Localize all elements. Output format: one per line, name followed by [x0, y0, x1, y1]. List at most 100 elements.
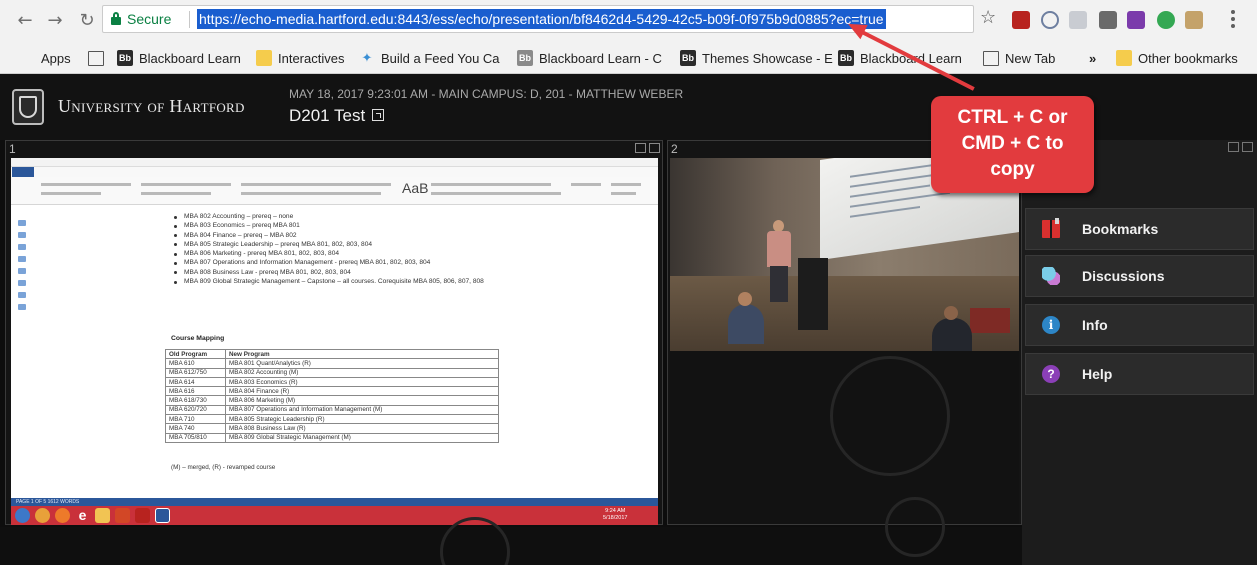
sidebar-item-label: Discussions	[1082, 268, 1165, 284]
bookmark-label: Themes Showcase - E	[702, 50, 833, 66]
table-cell: MBA 806 Marketing (M)	[225, 395, 499, 406]
table-cell: MBA 809 Global Strategic Management (M)	[225, 432, 499, 443]
address-separator	[189, 11, 190, 28]
table-cell: MBA 807 Operations and Information Manag…	[225, 404, 499, 416]
word-status-bar: PAGE 1 OF 5 1612 WORDS	[11, 498, 658, 506]
windows-taskbar: e 9:24 AM 5/18/2017	[11, 506, 658, 525]
list-item: MBA 804 Finance – prereq – MBA 802	[171, 231, 511, 240]
list-item: MBA 805 Strategic Leadership – prereq MB…	[171, 240, 511, 249]
sidebar-item-help[interactable]: ? Help	[1025, 353, 1254, 395]
chrome-taskbar-icon	[35, 508, 50, 523]
sidebar-item-discussions[interactable]: Discussions	[1025, 255, 1254, 297]
styles-sample: AaB	[402, 180, 429, 196]
university-name: University of Hartford	[58, 96, 245, 116]
bookmark-label: Build a Feed You Ca	[381, 50, 500, 66]
bookmarks-overflow-button[interactable]: »	[1089, 48, 1096, 68]
video-panel-empty-area	[670, 351, 1019, 524]
table-cell: MBA 803 Economics (R)	[225, 376, 499, 388]
presentation-title: D201 Test	[289, 106, 366, 125]
page-icon	[983, 50, 999, 66]
lock-icon	[111, 12, 121, 25]
word-title-bar	[11, 158, 658, 167]
firefox-taskbar-icon	[55, 508, 70, 523]
video-panel: 2	[667, 140, 1022, 525]
mapping-legend-note: (M) – merged, (R) - revamped course	[171, 464, 276, 471]
onenote-extension-icon[interactable]	[1127, 11, 1145, 29]
table-row: MBA 705/810 MBA 809 Global Strategic Mana…	[165, 432, 499, 443]
ie-taskbar-icon: e	[78, 507, 87, 523]
table-row: MBA 614 MBA 803 Economics (R)	[165, 376, 499, 388]
copy-instruction-callout: CTRL + C or CMD + C to copy	[931, 96, 1094, 193]
pocket-extension-icon[interactable]	[1099, 11, 1117, 29]
table-cell: MBA 805 Strategic Leadership (R)	[225, 414, 499, 425]
page-icon	[88, 50, 104, 66]
chrome-menu-icon[interactable]	[1230, 8, 1236, 30]
browser-toolbar: ← → ↻ Secure https://echo-media.hartford…	[0, 0, 1257, 40]
presentation-meta: MAY 18, 2017 9:23:01 AM - MAIN CAMPUS: D…	[289, 87, 684, 101]
bookmark-label: Apps	[41, 50, 71, 66]
callout-line-3: copy	[990, 159, 1035, 180]
discussions-icon	[1042, 267, 1060, 285]
bookmarks-icon	[1042, 218, 1060, 238]
puzzle-extension-icon[interactable]	[1069, 11, 1087, 29]
playback-area	[0, 497, 1022, 565]
acrobat-taskbar-icon	[135, 508, 150, 523]
list-item: MBA 803 Economics – prereq MBA 801	[171, 221, 511, 230]
bookmarks-bar: Apps Bb Blackboard Learn Interactives ✦ …	[0, 40, 1257, 74]
bookmark-label: »	[1089, 50, 1097, 66]
bookmark-label: Other bookmarks	[1138, 50, 1238, 66]
table-header-row: Old Program New Program	[165, 348, 499, 360]
bookmark-star-icon[interactable]: ☆	[980, 7, 996, 28]
bookmark-blank-page[interactable]	[88, 48, 104, 68]
panel-layout-icon[interactable]	[635, 143, 646, 153]
list-item: MBA 802 Accounting – prereq – none	[171, 212, 511, 221]
bookmark-build-feed[interactable]: ✦ Build a Feed You Ca	[359, 48, 500, 68]
sidebar-item-info[interactable]: i Info	[1025, 304, 1254, 346]
panel-close-icon[interactable]	[649, 143, 660, 153]
list-item: MBA 807 Operations and Information Manag…	[171, 258, 511, 267]
bookmark-interactives[interactable]: Interactives	[256, 48, 344, 68]
address-bar[interactable]: Secure https://echo-media.hartford.edu:8…	[102, 5, 974, 33]
table-row: MBA 740 MBA 808 Business Law (R)	[165, 423, 499, 434]
sidebar-item-label: Help	[1082, 366, 1113, 382]
powerpoint-taskbar-icon	[115, 508, 130, 523]
blackboard-icon: Bb	[117, 50, 133, 66]
red-chair	[970, 308, 1010, 333]
callout-line-1: CTRL + C or	[957, 107, 1068, 128]
side-panel-close-icon[interactable]	[1242, 142, 1253, 152]
attendee	[728, 292, 764, 344]
acrobat-extension-icon[interactable]	[1012, 11, 1030, 29]
taskbar-time: 9:24 AM	[605, 508, 626, 514]
bookmark-new-tab[interactable]: New Tab	[983, 48, 1055, 68]
word-file-tab	[12, 167, 34, 177]
sidebar-item-bookmarks[interactable]: Bookmarks	[1025, 208, 1254, 250]
bookmark-other[interactable]: Other bookmarks	[1116, 48, 1238, 68]
paint-extension-icon[interactable]	[1185, 11, 1203, 29]
help-icon: ?	[1042, 365, 1060, 383]
sidebar-item-label: Info	[1082, 317, 1108, 333]
bookmark-label: Blackboard Learn - C	[539, 50, 662, 66]
table-cell: MBA 612/750	[165, 367, 226, 378]
word-document-capture: AaB MBA 802 Accounting – prereq – none M…	[11, 158, 658, 525]
bookmark-apps[interactable]: Apps	[19, 48, 71, 68]
presenter	[767, 231, 791, 267]
forward-arrow-icon[interactable]: →	[44, 9, 66, 31]
back-arrow-icon[interactable]: ←	[14, 9, 36, 31]
table-cell: MBA 801 Quant/Analytics (R)	[225, 358, 499, 369]
search-extension-icon[interactable]	[1041, 11, 1059, 29]
grammarly-extension-icon[interactable]	[1157, 11, 1175, 29]
start-icon	[15, 508, 30, 523]
bookmark-themes-showcase[interactable]: Bb Themes Showcase - E	[680, 48, 833, 68]
bookmark-blackboard-2[interactable]: Bb Blackboard Learn - C	[517, 48, 662, 68]
side-panel-layout-icon[interactable]	[1228, 142, 1239, 152]
column-header: Old Program	[165, 348, 226, 360]
bookmark-blackboard-1[interactable]: Bb Blackboard Learn	[117, 48, 241, 68]
popout-icon[interactable]	[372, 109, 384, 121]
secure-label: Secure	[127, 11, 172, 27]
ghost-control-icon	[885, 497, 945, 557]
url-text[interactable]: https://echo-media.hartford.edu:8443/ess…	[197, 9, 886, 29]
ghost-play-icon	[830, 356, 950, 476]
word-ribbon	[11, 177, 658, 205]
taskbar-date: 5/18/2017	[603, 515, 628, 521]
reload-icon[interactable]: ↻	[76, 9, 98, 31]
